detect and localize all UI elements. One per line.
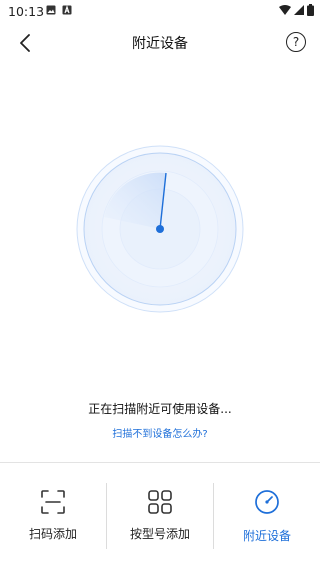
help-button[interactable]: ? [286, 32, 306, 52]
nearby-devices-button[interactable]: 附近设备 [214, 463, 320, 569]
wifi-icon [279, 5, 291, 15]
question-mark-icon: ? [292, 35, 300, 49]
radar-scanner [76, 145, 244, 313]
scan-status-text: 正在扫描附近可使用设备... [88, 402, 232, 416]
status-left-icons [46, 5, 72, 15]
signal-icon [294, 5, 304, 15]
scan-qr-add-button[interactable]: 扫码添加 [0, 463, 106, 569]
battery-icon [307, 4, 314, 16]
scan-qr-add-label: 扫码添加 [28, 527, 77, 541]
header: 附近设备 ? [0, 24, 320, 60]
scan-icon [41, 490, 65, 514]
status-right-icons [279, 4, 314, 16]
add-by-model-button[interactable]: 按型号添加 [107, 463, 213, 569]
add-by-model-label: 按型号添加 [129, 527, 190, 541]
page-title: 附近设备 [132, 36, 188, 52]
cannot-find-device-link[interactable]: 扫描不到设备怎么办? [0, 425, 320, 440]
image-notification-icon [46, 5, 56, 15]
app-notification-icon [62, 5, 72, 15]
status-bar: 10:13 [0, 0, 320, 24]
status-time: 10:13 [8, 4, 45, 19]
grid-icon [148, 490, 172, 514]
bottom-nav: 扫码添加 按型号添加 附近设备 [0, 463, 320, 569]
radar-center-dot [156, 225, 164, 233]
nearby-devices-label: 附近设备 [242, 529, 291, 543]
compass-icon [255, 490, 279, 514]
